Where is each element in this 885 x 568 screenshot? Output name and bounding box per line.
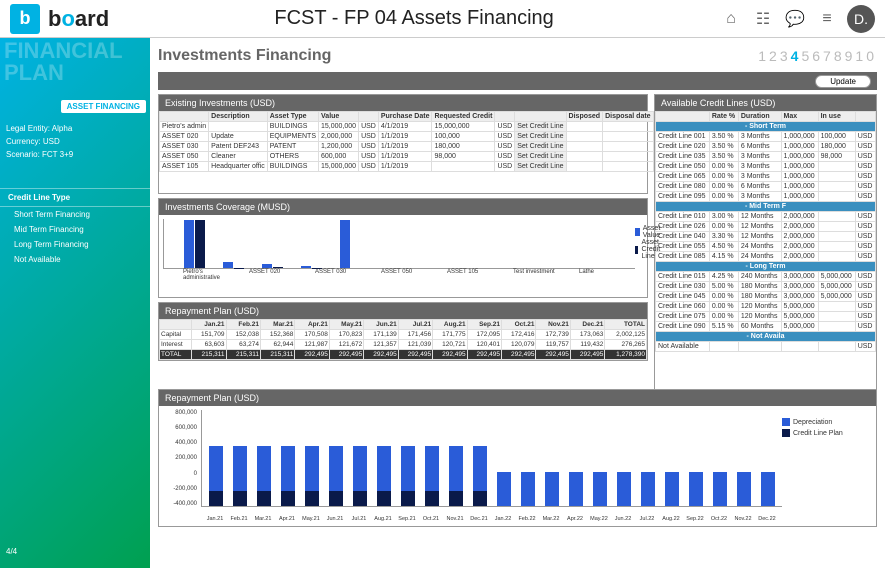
repayment-table-panel: Repayment Plan (USD) Jan.21Feb.21Mar.21A… <box>158 302 648 361</box>
hierarchy-icon[interactable]: ☷ <box>751 7 775 31</box>
repayment-legend: Depreciation Credit Line Plan <box>782 410 872 522</box>
credit-group-header[interactable]: - Short Term <box>656 122 876 132</box>
home-icon[interactable]: ⌂ <box>719 7 743 31</box>
chat-icon[interactable]: 💬 <box>783 7 807 31</box>
main-header: Investments Financing 12345678910 <box>158 42 877 70</box>
credit-lines-table: Rate %DurationMaxIn use- Short TermCredi… <box>655 111 876 352</box>
sidebar-item[interactable]: Mid Term Financing <box>0 222 150 237</box>
repayment-chart-panel: Repayment Plan (USD) 800,000600,000400,0… <box>158 389 877 527</box>
main: Investments Financing 12345678910 Update… <box>150 38 885 568</box>
currency: Currency: USD <box>6 136 146 149</box>
set-credit-line-button[interactable]: Set Credit Line <box>515 132 566 142</box>
sidebar-item[interactable]: Short Term Financing <box>0 207 150 222</box>
coverage-legend: Asset Value Asset Credit Line <box>635 219 665 289</box>
sidebar-item[interactable]: Not Available <box>0 252 150 267</box>
panel-title: Available Credit Lines (USD) <box>655 95 876 111</box>
app-logo: board <box>48 6 109 32</box>
set-credit-line-button[interactable]: Set Credit Line <box>515 152 566 162</box>
set-credit-line-button[interactable]: Set Credit Line <box>515 162 566 172</box>
sidebar-menu: Credit Line Type Short Term FinancingMid… <box>0 188 150 267</box>
disposed-checkbox[interactable] <box>566 122 603 132</box>
disposed-checkbox[interactable] <box>566 132 603 142</box>
update-button[interactable]: Update <box>815 75 871 88</box>
disposed-checkbox[interactable] <box>566 162 603 172</box>
panel-title: Investments Coverage (MUSD) <box>159 199 647 215</box>
repayment-chart: 800,000600,000400,000200,0000-200,000-40… <box>163 410 782 522</box>
disposed-checkbox[interactable] <box>566 152 603 162</box>
sidebar: FINANCIALPLAN ASSET FINANCING Legal Enti… <box>0 38 150 568</box>
scenario: Scenario: FCT 3+9 <box>6 149 146 162</box>
credit-lines-panel: Available Credit Lines (USD) Rate %Durat… <box>654 94 877 390</box>
credit-group-header[interactable]: - Not Availa <box>656 332 876 342</box>
app-icon: b <box>10 4 40 34</box>
sidebar-item[interactable]: Long Term Financing <box>0 237 150 252</box>
panel-title: Existing Investments (USD) <box>159 95 647 111</box>
existing-investments-panel: Existing Investments (USD) DescriptionAs… <box>158 94 648 194</box>
coverage-panel: Investments Coverage (MUSD) Pietro's adm… <box>158 198 648 298</box>
disposed-checkbox[interactable] <box>566 142 603 152</box>
credit-group-header[interactable]: - Mid Term F <box>656 202 876 212</box>
sidebar-badge: ASSET FINANCING <box>61 100 146 113</box>
page-title: FCST - FP 04 Assets Financing <box>117 7 711 30</box>
sidebar-meta: Legal Entity: Alpha Currency: USD Scenar… <box>6 123 146 161</box>
credit-group-header[interactable]: - Long Term <box>656 262 876 272</box>
layout: FINANCIALPLAN ASSET FINANCING Legal Enti… <box>0 38 885 568</box>
menu-header[interactable]: Credit Line Type <box>0 188 150 207</box>
update-bar: Update <box>158 72 877 90</box>
set-credit-line-button[interactable]: Set Credit Line <box>515 142 566 152</box>
step-indicator: 12345678910 <box>758 48 877 64</box>
panel-title: Repayment Plan (USD) <box>159 303 647 319</box>
section-title: Investments Financing <box>158 47 758 65</box>
sidebar-bg-text: FINANCIALPLAN <box>4 40 123 84</box>
sidebar-footer: 4/4 <box>6 547 17 556</box>
coverage-chart: Pietro's administrativeASSET 020ASSET 03… <box>163 219 635 289</box>
avatar[interactable]: D. <box>847 5 875 33</box>
set-credit-line-button[interactable]: Set Credit Line <box>515 122 566 132</box>
panel-title: Repayment Plan (USD) <box>159 390 876 406</box>
repayment-table: Jan.21Feb.21Mar.21Apr.21May.21Jun.21Jul.… <box>159 319 647 360</box>
legal-entity: Legal Entity: Alpha <box>6 123 146 136</box>
topbar: b board FCST - FP 04 Assets Financing ⌂ … <box>0 0 885 38</box>
existing-investments-table: DescriptionAsset TypeValuePurchase DateR… <box>159 111 654 172</box>
menu-icon[interactable]: ≡ <box>815 7 839 31</box>
